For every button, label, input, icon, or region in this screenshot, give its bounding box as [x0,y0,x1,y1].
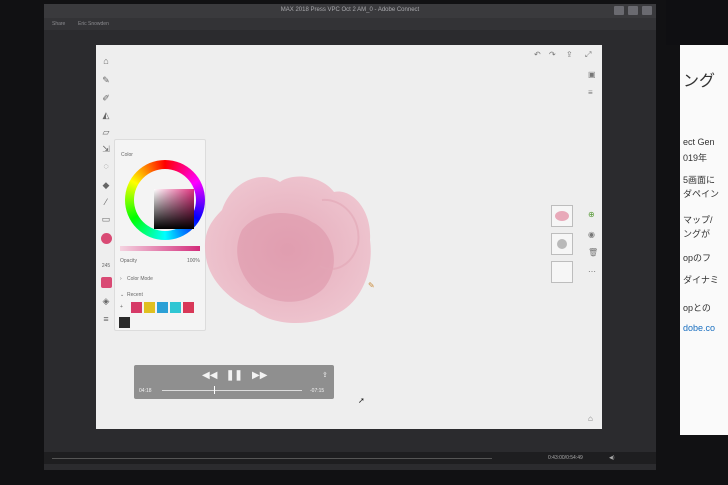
restore-icon[interactable] [628,6,638,15]
share-icon[interactable]: ⇪ [566,51,573,59]
scrub-knob[interactable] [213,386,215,394]
add-layer-icon[interactable]: ⊕ [588,211,595,219]
brush-size-label: 245 [101,263,111,269]
volume-icon[interactable]: ◀) [609,455,615,461]
layer-settings-icon[interactable]: ≡ [588,89,593,97]
fullscreen-icon[interactable]: ⤢ [585,51,591,59]
pencil-icon[interactable]: ✐ [100,92,112,104]
minimize-icon[interactable] [614,6,624,15]
color-mode-toggle[interactable]: Color Mode [127,276,153,282]
pause-icon[interactable]: ❚❚ [226,370,243,382]
rewind-icon[interactable]: ◀◀ [202,370,217,382]
scrub-bar[interactable] [162,390,302,391]
slide-text-line: 019年 [683,153,708,163]
brush-cursor-icon: ✎ [368,281,375,290]
add-swatch-icon[interactable]: + [120,304,123,310]
adobe-connect-window: MAX 2018 Press VPC Oct 2 AM_0 - Adobe Co… [44,4,656,470]
adjust-icon[interactable]: ≡ [100,313,112,325]
mouse-cursor-icon: ➚ [358,396,365,405]
tab-presenter[interactable]: Eric Snowden [78,21,109,27]
layer-thumbnail-1[interactable] [551,205,573,227]
lock-icon[interactable]: ⌂ [588,415,593,423]
session-seek-bar[interactable] [52,458,492,459]
fast-forward-icon[interactable]: ▶▶ [252,370,267,382]
slide-text-line: ング [683,73,716,90]
slide-text-line: ect Gen [683,137,715,147]
water-icon[interactable]: ◈ [100,295,112,307]
tab-share[interactable]: Share [52,21,65,27]
fullscreen-icon[interactable] [642,6,652,15]
slide-text-line: 5画面に [683,175,716,185]
secondary-color-swatch[interactable] [101,277,112,288]
share-video-icon[interactable]: ⇪ [322,370,328,382]
presentation-slide: ング ect Gen 019年 5画面にダペインマップ/ングが opのフダイナミ opとの… [680,45,728,435]
status-bar: 0:43:00/0:54:49 ◀) [44,452,656,464]
layer-thumb-icon[interactable]: ▣ [588,71,596,79]
opacity-value: 100% [187,258,200,264]
elapsed-time: 04:18 [139,388,152,394]
eraser-icon[interactable]: ▱ [100,126,112,138]
saturation-square[interactable] [154,189,194,229]
image-icon[interactable]: ▭ [100,213,112,225]
layer-thumbnail-2[interactable] [551,233,573,255]
home-icon[interactable]: ⌂ [100,55,112,67]
recent-label: Recent [127,292,143,298]
slide-text-line: dobe.co [683,323,716,333]
lasso-icon[interactable]: ◌ [100,160,112,172]
chevron-down-icon[interactable]: ⌄ [120,292,124,298]
layer-preview [557,239,567,249]
fresco-canvas-screen: ↶ ↷ ⇪ ⤢ ⌂ ✎ ✐ ◭ ▱ ⇲ ◌ ◆ ⁄ ▭ 245 ◈ ≡ Colo… [96,45,602,429]
color-panel: Color Opacity 100% › Color Mode ⌄ Recent… [114,139,206,331]
chevron-right-icon[interactable]: › [120,276,122,282]
color-wheel[interactable] [125,160,205,240]
brush-icon[interactable]: ✎ [100,74,112,86]
photo-frame: MAX 2018 Press VPC Oct 2 AM_0 - Adobe Co… [0,0,728,485]
paint-bucket-icon[interactable]: ◆ [100,179,112,191]
tab-bar: Share Eric Snowden [44,18,656,30]
remaining-time: -07:15 [310,388,325,394]
slide-top-dark [666,0,728,45]
eyedropper-icon[interactable]: ⁄ [100,196,112,208]
recent-swatch[interactable] [144,302,155,313]
window-titlebar: MAX 2018 Press VPC Oct 2 AM_0 - Adobe Co… [44,4,656,18]
slide-text-line: ダイナミ [683,275,719,285]
recent-swatch[interactable] [170,302,181,313]
video-player-controls: ◀◀ ❚❚ ▶▶ ⇪ 04:18 -07:15 [134,365,334,399]
current-color-swatch[interactable] [101,233,112,244]
undo-icon[interactable]: ↶ [534,51,541,59]
opacity-label: Opacity [120,258,137,264]
watercolor-painting [204,176,371,324]
select-icon[interactable]: ⇲ [100,143,112,155]
color-wheel-inner [134,169,196,231]
window-title: MAX 2018 Press VPC Oct 2 AM_0 - Adobe Co… [280,7,420,13]
redo-icon[interactable]: ↷ [549,51,556,59]
session-time: 0:43:00/0:54:49 [548,455,583,461]
fill-icon[interactable]: ◭ [100,109,112,121]
black-swatch[interactable] [119,317,130,328]
visibility-icon[interactable]: ◉ [588,231,595,239]
recent-swatch[interactable] [131,302,142,313]
slide-text-line: opのフ [683,253,712,263]
slide-text-line: opとの [683,303,711,313]
recent-swatch[interactable] [157,302,168,313]
layer-preview [555,211,569,221]
more-icon[interactable]: ⋯ [588,268,596,276]
slide-text-line: マップ/ [683,215,713,225]
slide-text-line: ングが [683,229,711,239]
opacity-slider[interactable] [120,246,200,251]
color-panel-title: Color [121,152,133,158]
slide-text-line: ダペイン [683,189,720,199]
delete-icon[interactable]: 🗑 [588,249,598,257]
layer-thumbnail-3[interactable] [551,261,573,283]
recent-swatch[interactable] [183,302,194,313]
